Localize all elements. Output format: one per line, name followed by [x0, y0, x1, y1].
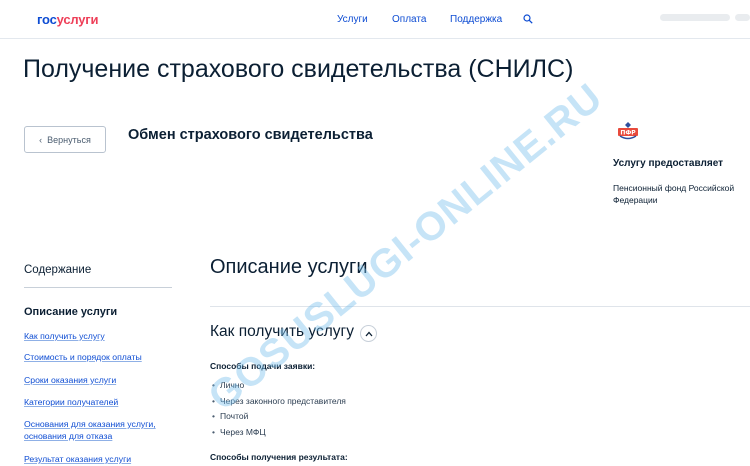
provider-name: Пенсионный фонд Российской Федерации [613, 183, 735, 205]
logo-part-uslugi: услуги [56, 12, 99, 27]
top-header: госуслуги Услуги Оплата Поддержка [0, 0, 750, 39]
provider-heading: Услугу предоставляет [613, 158, 724, 169]
method-item: Через МФЦ [212, 427, 266, 437]
gosuslugi-logo[interactable]: госуслуги [37, 12, 99, 27]
toc-title: Содержание [24, 264, 92, 276]
service-subtitle: Обмен страхового свидетельства [128, 127, 373, 143]
toc-link-terms[interactable]: Сроки оказания услуги [24, 375, 174, 387]
nav-services[interactable]: Услуги [337, 14, 368, 25]
back-button[interactable]: ‹ Вернуться [24, 126, 106, 153]
chevron-up-icon [365, 331, 372, 336]
user-name-blurred[interactable] [660, 14, 730, 21]
search-icon[interactable] [523, 14, 533, 24]
toc-link-cost[interactable]: Стоимость и порядок оплаты [24, 352, 174, 364]
toc-active-item[interactable]: Описание услуги [24, 306, 117, 318]
toc-divider [24, 287, 172, 288]
chevron-left-icon: ‹ [39, 134, 43, 145]
site-watermark: GOSUSLUGI-ONLINE.RU [200, 75, 611, 420]
toc-link-result[interactable]: Результат оказания услуги [24, 454, 174, 466]
methods-label: Способы подачи заявки: [210, 361, 316, 371]
results-label: Способы получения результата: [210, 452, 348, 462]
method-item: Лично [212, 380, 244, 390]
section-divider [210, 306, 750, 307]
toc-link-recipients[interactable]: Категории получателей [24, 397, 174, 409]
section-title: Описание услуги [210, 256, 368, 278]
toc-link-grounds[interactable]: Основания для оказания услуги, основания… [24, 419, 174, 442]
user-menu-blurred[interactable] [735, 14, 750, 21]
toc-link-how-to-get[interactable]: Как получить услугу [24, 331, 174, 343]
method-item: Почтой [212, 411, 248, 421]
collapse-button[interactable] [360, 325, 377, 342]
nav-support[interactable]: Поддержка [450, 14, 502, 25]
page-title: Получение страхового свидетельства (СНИЛ… [23, 55, 574, 83]
pfr-logo-icon: ПФР [618, 122, 638, 140]
subsection-title: Как получить услугу [210, 323, 354, 340]
pfr-logo-text: ПФР [620, 130, 636, 137]
method-item: Через законного представителя [212, 396, 346, 406]
back-button-label: Вернуться [47, 134, 91, 145]
nav-payment[interactable]: Оплата [392, 14, 426, 25]
logo-part-gos: гос [37, 12, 57, 27]
